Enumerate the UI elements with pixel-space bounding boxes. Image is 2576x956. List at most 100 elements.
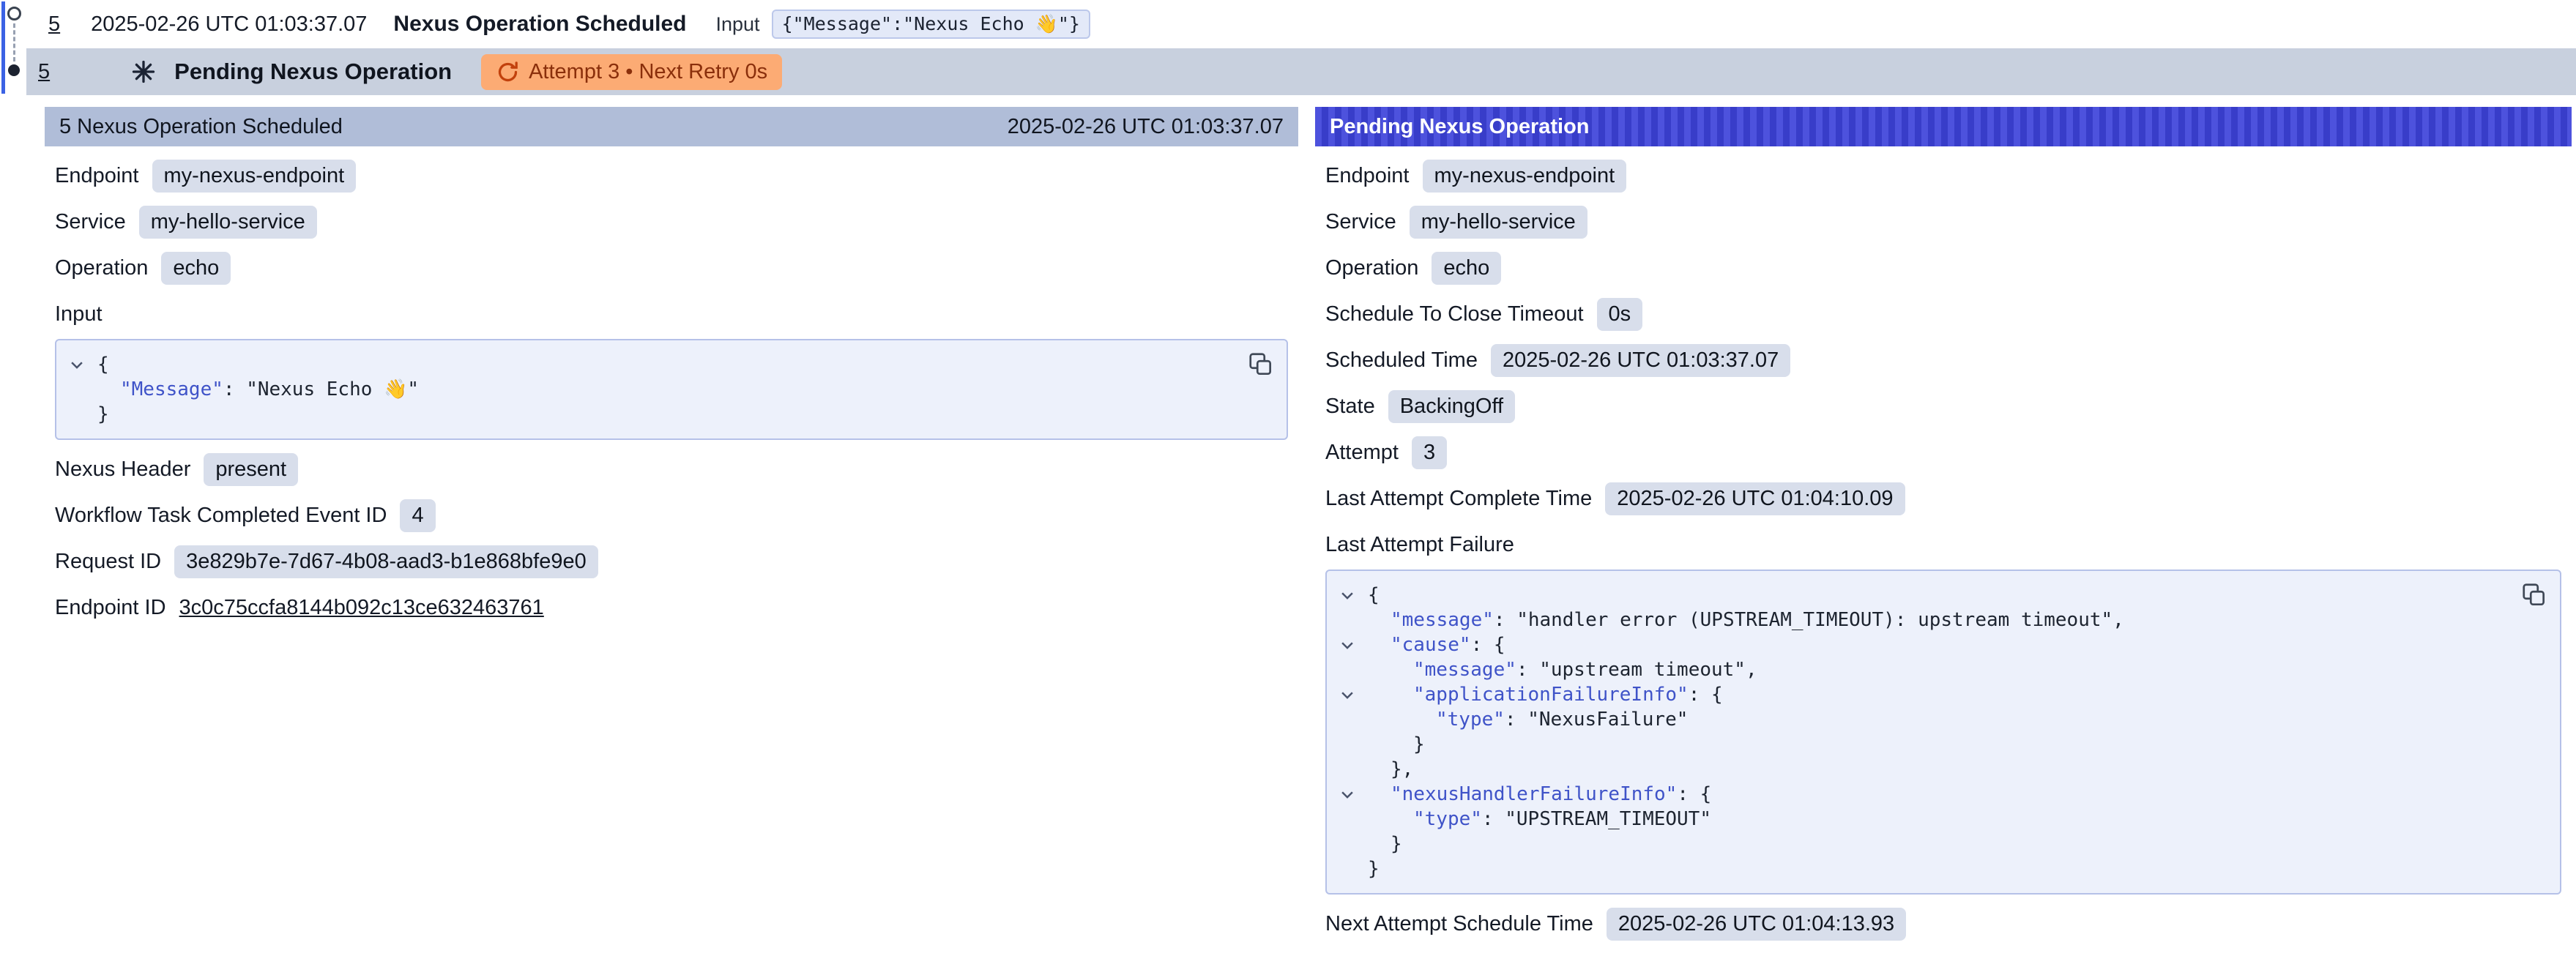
field-label: Operation [1325,256,1418,280]
event-id-link[interactable]: 5 [38,60,50,84]
field-label: Service [55,210,126,234]
event-history-row[interactable]: 5 2025-02-26 UTC 01:03:37.07 Nexus Opera… [29,0,2576,48]
json-line: } [1327,732,2509,757]
field-row: Input [55,298,1288,330]
timeline-connector-line [13,23,15,61]
code-gutter [1327,856,1368,861]
code-gutter [1327,807,1368,811]
field-row: Service my-hello-service [55,206,1288,239]
field-row: Endpoint ID 3c0c75ccfa8144b092c13ce63246… [55,591,1288,624]
field-row: Request ID 3e829b7e-7d67-4b08-aad3-b1e86… [55,545,1288,578]
pending-operation-row[interactable]: 5 Pending Nexus Operation Attempt 3 • Ne… [26,48,2576,95]
json-line: "type": "UPSTREAM_TIMEOUT" [1327,807,2509,832]
field-row: Operation echo [55,252,1288,285]
field-row: Schedule To Close Timeout 0s [1325,298,2561,331]
code-gutter [56,402,97,406]
pending-operation-title: Pending Nexus Operation [174,59,452,85]
field-value-badge: 4 [400,499,435,532]
field-label: Scheduled Time [1325,348,1478,373]
event-detail-panel: 5 Nexus Operation Scheduled 2025-02-26 U… [45,107,1298,634]
chevron-down-icon[interactable] [1327,583,1368,603]
json-line: }, [1327,757,2509,782]
event-id-link[interactable]: 5 [48,12,60,37]
field-label: Attempt [1325,441,1399,465]
json-line: "Message": "Nexus Echo 👋" [56,377,1235,402]
field-value-badge: present [204,453,298,486]
field-value-badge: 2025-02-26 UTC 01:04:13.93 [1607,908,1906,941]
json-line: "cause": { [1327,632,2509,657]
event-name: Nexus Operation Scheduled [393,12,686,37]
code-gutter [1327,608,1368,612]
code-gutter [56,377,97,381]
code-gutter [1327,832,1368,836]
pending-panel-title: Pending Nexus Operation [1330,115,1590,139]
json-line: { [56,352,1235,377]
code-gutter [1327,732,1368,736]
field-label: Last Attempt Complete Time [1325,487,1592,511]
json-line: } [56,402,1235,427]
copy-button[interactable] [1246,349,1276,380]
failure-section-label: Last Attempt Failure [1325,533,1514,557]
field-label: Endpoint ID [55,596,166,620]
copy-icon [1247,351,1275,378]
event-panel-timestamp: 2025-02-26 UTC 01:03:37.07 [1008,115,1284,139]
field-label: Request ID [55,550,161,574]
event-panel-header: 5 Nexus Operation Scheduled 2025-02-26 U… [45,107,1298,146]
field-label: Nexus Header [55,458,190,482]
input-section-label: Input [55,302,103,326]
field-row: Next Attempt Schedule Time 2025-02-26 UT… [1325,908,2561,941]
field-row: Last Attempt Failure [1325,529,2561,561]
field-label: Endpoint [1325,164,1410,188]
field-value-badge: BackingOff [1388,390,1515,423]
field-row: Workflow Task Completed Event ID 4 [55,499,1288,532]
chevron-down-icon[interactable] [56,352,97,373]
chevron-down-icon[interactable] [1327,782,1368,802]
event-history-page: 5 2025-02-26 UTC 01:03:37.07 Nexus Opera… [0,0,2576,956]
field-label: Schedule To Close Timeout [1325,302,1584,326]
code-gutter [1327,657,1368,662]
json-line: "applicationFailureInfo": { [1327,682,2509,707]
endpoint-id-link[interactable]: 3c0c75ccfa8144b092c13ce632463761 [179,596,544,620]
json-line: "nexusHandlerFailureInfo": { [1327,782,2509,807]
field-row: Operation echo [1325,252,2561,285]
attempt-badge-label: Attempt 3 • Next Retry 0s [529,60,767,84]
field-row: Attempt 3 [1325,436,2561,469]
timeline-node-dot [8,64,20,76]
pending-panel-body: Endpoint my-nexus-endpoint Service my-he… [1315,160,2572,951]
field-value-badge: 2025-02-26 UTC 01:03:37.07 [1491,344,1790,377]
chevron-down-icon[interactable] [1327,682,1368,703]
copy-button[interactable] [2519,580,2550,610]
field-label: State [1325,395,1375,419]
field-row: Nexus Header present [55,453,1288,486]
field-row: Service my-hello-service [1325,206,2561,239]
event-panel-title: 5 Nexus Operation Scheduled [59,115,343,139]
field-row: State BackingOff [1325,390,2561,423]
field-label: Next Attempt Schedule Time [1325,912,1593,936]
field-row: Last Attempt Complete Time 2025-02-26 UT… [1325,482,2561,515]
field-value-badge: echo [1432,252,1501,285]
code-gutter [1327,757,1368,761]
event-timestamp: 2025-02-26 UTC 01:03:37.07 [91,12,367,37]
field-row: Endpoint my-nexus-endpoint [55,160,1288,193]
json-line: "message": "upstream timeout", [1327,657,2509,682]
input-value-chip: {"Message":"Nexus Echo 👋"} [772,10,1090,39]
timeline-node-circle [7,7,21,20]
field-value-badge: echo [161,252,231,285]
pending-panel-header: Pending Nexus Operation [1315,107,2572,146]
field-value-badge: 3e829b7e-7d67-4b08-aad3-b1e868bfe9e0 [174,545,598,578]
field-row: Scheduled Time 2025-02-26 UTC 01:03:37.0… [1325,344,2561,377]
input-label: Input [716,13,760,36]
field-label: Operation [55,256,148,280]
json-line: "message": "handler error (UPSTREAM_TIME… [1327,608,2509,632]
json-line: } [1327,856,2509,881]
field-value-badge: 0s [1597,298,1643,331]
field-label: Endpoint [55,164,139,188]
field-value-badge: my-nexus-endpoint [152,160,357,193]
pending-operation-panel: Pending Nexus Operation Endpoint my-nexu… [1315,107,2572,951]
code-gutter [1327,707,1368,712]
json-line: "type": "NexusFailure" [1327,707,2509,732]
json-line: { [1327,583,2509,608]
chevron-down-icon[interactable] [1327,632,1368,653]
field-value-badge: 2025-02-26 UTC 01:04:10.09 [1605,482,1905,515]
json-line: } [1327,832,2509,856]
